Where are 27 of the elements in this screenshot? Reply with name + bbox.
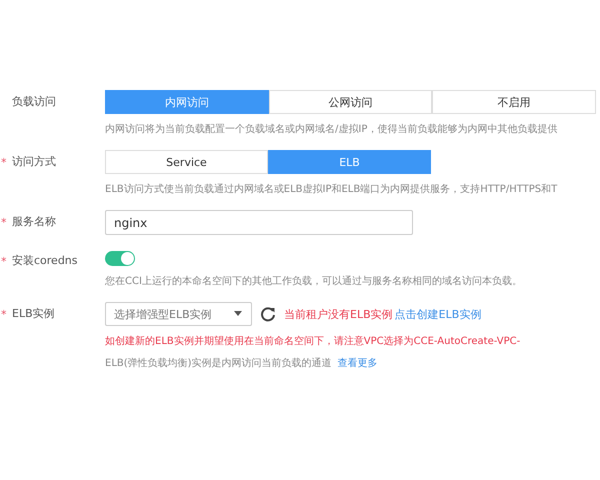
field-label: 服务名称 [12,214,56,229]
warning-text: 如创建新的ELB实例并期望使用在当前命名空间下，请注意VPC选择为CCE-AutoCreate-VPC- [105,334,522,348]
segment-option[interactable]: ELB [268,150,431,174]
required-mark: * [1,308,6,321]
select-dropdown[interactable]: 选择增强型ELB实例 [105,302,252,326]
field-label: 访问方式 [12,154,56,169]
field-label: 安装coredns [12,253,78,268]
input-field[interactable]: nginx [105,210,413,235]
help-text: 您在CCI上运行的本命名空间下的其他工作负载，可以通过与服务名称相同的域名访问本负载。 [105,274,523,288]
error-text: 当前租户没有ELB实例 [284,306,393,322]
segment-option[interactable]: 不启用 [432,90,596,114]
help-text: ELB访问方式使当前负载通过内网域名或ELB虚拟IP和ELB端口为内网提供服务，支持HTTP/HTTPS和T [105,182,558,196]
refresh-icon[interactable] [260,306,276,322]
create-link[interactable]: 点击创建ELB实例 [394,306,482,322]
required-mark: * [1,156,6,169]
caret-icon [233,311,243,317]
segment-option[interactable]: 公网访问 [268,90,432,114]
field-label: ELB实例 [12,306,55,321]
required-mark: * [1,216,6,229]
help-text: ELB(弹性负载均衡)实例是内网访问当前负载的通道 [105,356,332,370]
more-link[interactable]: 查看更多 [338,356,378,370]
toggle-switch[interactable] [105,251,135,266]
required-mark: * [1,255,6,268]
field-label: 负载访问 [12,94,56,109]
segment-option[interactable]: 内网访问 [105,90,269,114]
help-text: 内网访问将为当前负载配置一个负载域名或内网域名/虚拟IP，使得当前负载能够为内网中其他负载提供 [105,122,558,136]
segment-option[interactable]: Service [105,150,268,174]
